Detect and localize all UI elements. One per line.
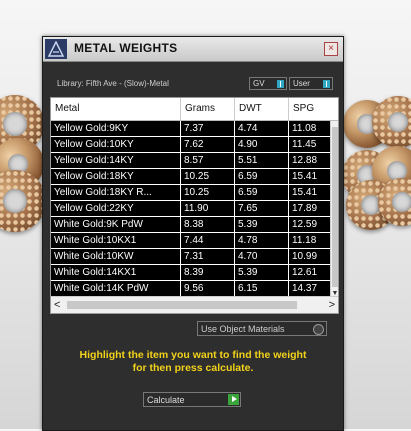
table-row[interactable]: White Gold:14K PdW 9.56 6.15 14.37 [51, 281, 338, 297]
window-title: METAL WEIGHTS [74, 41, 178, 55]
cell-metal: White Gold:10KX1 [51, 233, 181, 248]
cell-grams: 11.90 [181, 201, 235, 216]
cell-metal: White Gold:14KX1 [51, 265, 181, 280]
calculate-button[interactable]: Calculate [143, 392, 241, 407]
cell-dwt: 4.74 [235, 121, 289, 136]
user-toggle-knob-icon [323, 80, 330, 88]
cell-grams: 7.62 [181, 137, 235, 152]
cell-dwt: 6.59 [235, 169, 289, 184]
gv-toggle[interactable]: GV [249, 77, 287, 90]
scroll-right-icon[interactable]: > [329, 297, 335, 313]
play-arrow-icon [228, 394, 239, 405]
cell-dwt: 5.39 [235, 217, 289, 232]
cell-grams: 7.44 [181, 233, 235, 248]
table-row[interactable]: Yellow Gold:14KY 8.57 5.51 12.88 [51, 153, 338, 169]
cell-grams: 7.37 [181, 121, 235, 136]
table-row[interactable]: White Gold:10KW 7.31 4.70 10.99 [51, 249, 338, 265]
column-header-metal[interactable]: Metal [51, 98, 181, 120]
instruction-line-1: Highlight the item you want to find the … [79, 349, 307, 361]
cell-metal: Yellow Gold:9KY [51, 121, 181, 136]
horizontal-scroll-thumb[interactable] [67, 301, 297, 309]
table-row[interactable]: Yellow Gold:9KY 7.37 4.74 11.08 [51, 121, 338, 137]
calculate-label: Calculate [147, 395, 185, 405]
library-label: Library: Fifth Ave - (Slow)-Metal [57, 79, 169, 88]
table-body: Yellow Gold:9KY 7.37 4.74 11.08 Yellow G… [51, 121, 338, 297]
table-row[interactable]: White Gold:9K PdW 8.38 5.39 12.59 [51, 217, 338, 233]
table-row[interactable]: Yellow Gold:18KY R... 10.25 6.59 15.41 [51, 185, 338, 201]
table-row[interactable]: Yellow Gold:10KY 7.62 4.90 11.45 [51, 137, 338, 153]
cell-dwt: 7.65 [235, 201, 289, 216]
cell-metal: White Gold:14K PdW [51, 281, 181, 296]
cell-metal: Yellow Gold:18KY [51, 169, 181, 184]
gv-toggle-label: GV [253, 79, 265, 88]
cell-grams: 7.31 [181, 249, 235, 264]
cell-metal: Yellow Gold:14KY [51, 153, 181, 168]
cell-metal: Yellow Gold:22KY [51, 201, 181, 216]
ring-image-left-bottom [0, 170, 46, 232]
cell-dwt: 4.78 [235, 233, 289, 248]
table-row[interactable]: White Gold:10KX1 7.44 4.78 11.18 [51, 233, 338, 249]
cell-dwt: 5.39 [235, 265, 289, 280]
cell-dwt: 4.90 [235, 137, 289, 152]
cell-grams: 10.25 [181, 169, 235, 184]
cell-grams: 10.25 [181, 185, 235, 200]
metal-weights-panel: METAL WEIGHTS × Library: Fifth Ave - (Sl… [42, 36, 344, 431]
cell-dwt: 6.59 [235, 185, 289, 200]
instruction-line-2: for then press calculate. [132, 362, 254, 374]
column-header-dwt[interactable]: DWT [235, 98, 289, 120]
column-header-grams[interactable]: Grams [181, 98, 235, 120]
app-logo-icon [45, 39, 67, 59]
cell-grams: 8.57 [181, 153, 235, 168]
table-row[interactable]: Yellow Gold:18KY 10.25 6.59 15.41 [51, 169, 338, 185]
vertical-scrollbar[interactable]: ▼ [330, 121, 338, 297]
scroll-left-icon[interactable]: < [54, 297, 60, 313]
title-bar[interactable]: METAL WEIGHTS × [43, 37, 343, 62]
cell-dwt: 6.15 [235, 281, 289, 296]
gv-toggle-knob-icon [277, 80, 284, 88]
instruction-text: Highlight the item you want to find the … [53, 349, 333, 375]
table-header: Metal Grams DWT SPG [51, 98, 338, 121]
use-object-materials-toggle[interactable]: Use Object Materials [197, 321, 327, 336]
radio-circle-icon [313, 324, 324, 335]
cell-grams: 8.39 [181, 265, 235, 280]
cell-metal: White Gold:10KW [51, 249, 181, 264]
table-row[interactable]: White Gold:14KX1 8.39 5.39 12.61 [51, 265, 338, 281]
user-toggle[interactable]: User [289, 77, 333, 90]
cell-grams: 8.38 [181, 217, 235, 232]
cell-grams: 9.56 [181, 281, 235, 296]
column-header-spg[interactable]: SPG [289, 98, 338, 120]
cell-metal: Yellow Gold:10KY [51, 137, 181, 152]
cell-dwt: 5.51 [235, 153, 289, 168]
cell-dwt: 4.70 [235, 249, 289, 264]
cell-metal: Yellow Gold:18KY R... [51, 185, 181, 200]
use-object-materials-label: Use Object Materials [201, 324, 285, 334]
metal-table: Metal Grams DWT SPG Yellow Gold:9KY 7.37… [50, 97, 339, 314]
vertical-scroll-thumb[interactable] [332, 127, 338, 287]
user-toggle-label: User [293, 79, 310, 88]
close-button[interactable]: × [324, 42, 338, 56]
cell-metal: White Gold:9K PdW [51, 217, 181, 232]
table-row[interactable]: Yellow Gold:22KY 11.90 7.65 17.89 [51, 201, 338, 217]
horizontal-scrollbar[interactable]: < > [51, 296, 338, 313]
